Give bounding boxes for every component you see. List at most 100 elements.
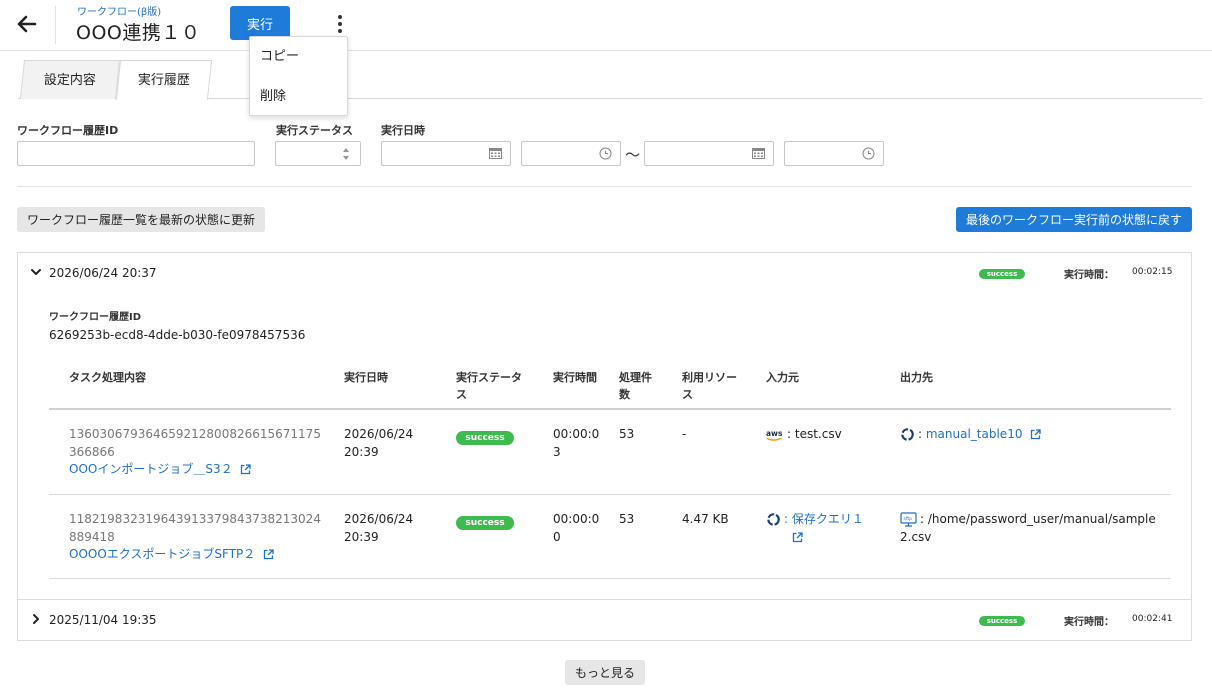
menu-item-copy[interactable]: コピー: [250, 37, 347, 77]
status-badge: success: [979, 616, 1025, 626]
database-icon: [901, 428, 914, 441]
task-name[interactable]: OOOインポートジョブ＿S3２: [69, 462, 233, 476]
page-title: OOO連携１０: [76, 22, 201, 44]
task-duration: 00:00:03: [553, 427, 600, 459]
table-header-divider: [49, 408, 1171, 410]
column-header: 実行時間: [553, 371, 597, 384]
status-badge: success: [979, 269, 1025, 279]
datetime-filter-label: 実行日時: [381, 124, 425, 137]
status-badge: success: [456, 516, 514, 530]
column-header: 入力元: [766, 371, 799, 384]
task-id: 136030679364659212800826615671175366866: [69, 427, 321, 459]
status-filter-label: 実行ステータス: [276, 124, 353, 137]
section-divider: [17, 186, 1192, 187]
duration-label: 実行時間：: [1064, 617, 1114, 628]
output-link[interactable]: manual_table10: [926, 427, 1023, 441]
more-options-menu: コピー 削除: [249, 36, 348, 116]
sort-updown-icon: [343, 148, 349, 160]
calendar-icon: [489, 148, 502, 159]
column-header: タスク処理内容: [69, 371, 146, 384]
task-status: success: [456, 512, 514, 530]
status-badge: success: [456, 431, 514, 445]
run-history-list: 2026/06/24 20:37 success 実行時間： 00:02:15 …: [17, 252, 1192, 641]
history-id-filter-label: ワークフロー履歴ID: [17, 124, 119, 137]
sftp-server-icon: sftp: [900, 512, 917, 527]
clock-icon: [862, 147, 875, 160]
tab-bar: 設定内容 実行履歴: [18, 60, 1202, 100]
external-link-icon[interactable]: [240, 464, 252, 475]
run-datetime: 2025/11/04 19:35: [49, 613, 157, 627]
revert-state-button[interactable]: 最後のワークフロー実行前の状態に戻す: [956, 207, 1192, 232]
start-time-input[interactable]: [521, 141, 621, 166]
task-datetime: 2026/06/24 20:39: [344, 425, 413, 461]
column-header: 実行日時: [344, 371, 388, 384]
calendar-icon: [752, 148, 765, 159]
run-button[interactable]: 実行: [230, 6, 290, 40]
time-text: 20:39: [344, 445, 379, 459]
task-input: aws : test.csv: [766, 425, 842, 443]
kebab-dot: [338, 22, 342, 26]
load-more-button[interactable]: もっと見る: [565, 660, 645, 685]
svg-text:aws: aws: [766, 429, 783, 438]
end-time-input[interactable]: [784, 141, 884, 166]
refresh-history-button[interactable]: ワークフロー履歴一覧を最新の状態に更新: [17, 207, 265, 232]
task-link[interactable]: OOOインポートジョブ＿S3２: [69, 460, 252, 478]
task-table: タスク処理内容 実行日時 実行ステータス 実行時間 処理件数 利用リソース 入力…: [49, 363, 1171, 579]
row-divider: [49, 578, 1171, 579]
external-link-icon[interactable]: [1030, 429, 1041, 440]
time-text: 20:39: [344, 530, 379, 544]
column-header: 出力先: [900, 371, 933, 384]
task-count: 53: [619, 427, 635, 441]
more-options-button[interactable]: [328, 10, 352, 38]
task-name[interactable]: OOOOエクスポートジョブSFTP２: [69, 547, 255, 561]
task-duration: 00:00:00: [553, 512, 600, 544]
start-date-input[interactable]: [381, 141, 511, 166]
history-id-input[interactable]: [17, 141, 255, 166]
duration-label: 実行時間：: [1064, 270, 1114, 281]
tab-settings[interactable]: 設定内容: [19, 60, 121, 99]
task-output: : manual_table10: [900, 425, 1041, 443]
run-datetime: 2026/06/24 20:37: [49, 266, 157, 280]
input-text: : test.csv: [787, 427, 842, 441]
input-link[interactable]: 保存クエリ１: [792, 512, 864, 526]
kebab-dot: [338, 15, 342, 19]
task-count: 53: [619, 512, 635, 526]
run-item-header[interactable]: 2026/06/24 20:37 success 実行時間： 00:02:15: [18, 253, 1191, 293]
range-separator: 〜: [625, 146, 641, 164]
task-resource: 4.47 KB: [682, 512, 729, 526]
chevron-right-icon: [33, 614, 39, 624]
app-header: ワークフロー(β版) OOO連携１０ 実行: [0, 0, 1212, 51]
status-select[interactable]: [275, 141, 361, 166]
task-input: : 保存クエリ１: [766, 510, 876, 546]
menu-item-delete[interactable]: 削除: [250, 77, 347, 117]
kebab-dot: [338, 29, 342, 33]
task-status: success: [456, 427, 514, 445]
clock-icon: [599, 147, 612, 160]
breadcrumb[interactable]: ワークフロー(β版): [77, 3, 161, 18]
history-id-label: ワークフロー履歴ID: [49, 312, 142, 323]
task-link[interactable]: OOOOエクスポートジョブSFTP２: [69, 545, 274, 563]
database-icon: [767, 513, 780, 526]
external-link-icon[interactable]: [263, 549, 274, 560]
row-divider: [49, 494, 1171, 495]
end-date-input[interactable]: [644, 141, 774, 166]
run-item-header[interactable]: 2025/11/04 19:35 success 実行時間： 00:02:41: [18, 600, 1191, 640]
tab-label: 実行履歴: [137, 73, 190, 88]
duration-value: 00:02:15: [1132, 267, 1173, 277]
column-header: 利用リソース: [682, 371, 737, 401]
header-divider: [55, 6, 56, 44]
column-header: 実行ステータス: [456, 371, 522, 401]
date-text: 2026/06/24: [344, 427, 414, 441]
back-button[interactable]: [12, 9, 42, 39]
column-header: 処理件数: [619, 371, 652, 401]
duration-value: 00:02:41: [1132, 614, 1173, 624]
task-id: 118219832319643913379843738213024889418: [69, 512, 321, 544]
tab-history[interactable]: 実行履歴: [115, 60, 213, 100]
external-link-icon[interactable]: [792, 532, 803, 543]
tab-label: 設定内容: [43, 73, 96, 88]
task-output: sftp: /home/password_user/manual/sample2…: [900, 510, 1160, 546]
svg-text:sftp: sftp: [904, 516, 913, 522]
task-resource: -: [682, 427, 687, 441]
output-text: : /home/password_user/manual/sample2.csv: [900, 512, 1156, 544]
aws-icon: aws: [766, 429, 783, 441]
